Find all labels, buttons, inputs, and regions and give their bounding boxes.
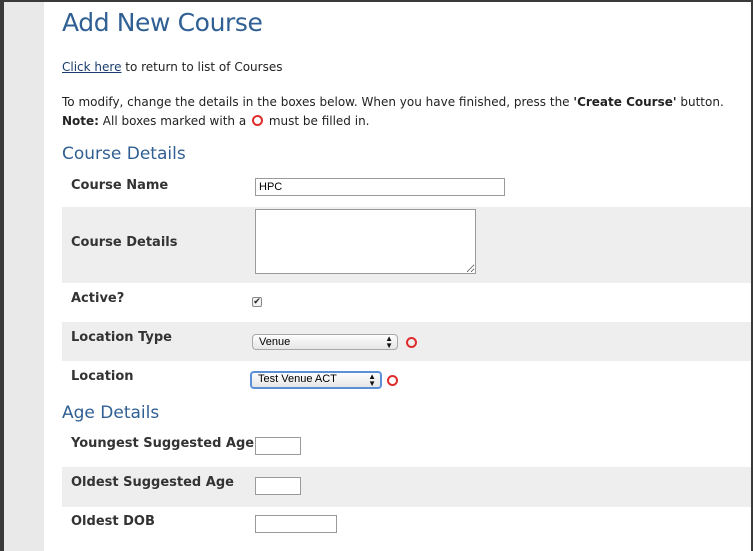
course-details-textarea[interactable] bbox=[255, 209, 476, 274]
note-text-2: must be filled in. bbox=[265, 114, 370, 128]
active-row: Active? ✔ bbox=[62, 283, 751, 322]
create-course-ref: 'Create Course' bbox=[573, 95, 677, 109]
oldest-age-row: Oldest Suggested Age bbox=[62, 467, 751, 507]
main-content: Add New Course Click here to return to l… bbox=[44, 2, 751, 551]
location-type-row: Location Type Venue ▲ ▼ bbox=[62, 322, 751, 361]
oldest-age-label: Oldest Suggested Age bbox=[71, 475, 234, 490]
check-icon: ✔ bbox=[253, 297, 261, 307]
select-arrows-icon: ▲ ▼ bbox=[368, 372, 376, 388]
location-type-value: Venue bbox=[259, 336, 291, 348]
required-icon bbox=[406, 337, 417, 348]
youngest-age-row: Youngest Suggested Age bbox=[62, 429, 751, 467]
course-name-label: Course Name bbox=[71, 178, 169, 193]
course-details-row: Course Details bbox=[62, 207, 751, 283]
course-details-heading: Course Details bbox=[62, 144, 186, 164]
location-value: Test Venue ACT bbox=[258, 373, 337, 385]
page-title: Add New Course bbox=[62, 8, 263, 37]
age-details-heading: Age Details bbox=[62, 403, 160, 423]
location-select[interactable]: Test Venue ACT ▲ ▼ bbox=[250, 371, 382, 389]
course-name-row: Course Name bbox=[62, 172, 751, 207]
course-details-label: Course Details bbox=[71, 235, 178, 250]
left-sidebar bbox=[4, 2, 44, 551]
note-text-1: All boxes marked with a bbox=[98, 114, 250, 128]
instruction-line: To modify, change the details in the box… bbox=[62, 93, 742, 112]
active-label: Active? bbox=[71, 291, 125, 306]
oldest-dob-row: Oldest DOB bbox=[62, 507, 751, 547]
required-icon bbox=[387, 375, 398, 386]
instruction-text-1: To modify, change the details in the box… bbox=[62, 95, 574, 109]
return-line: Click here to return to list of Courses bbox=[62, 60, 282, 74]
note-label: Note: bbox=[62, 114, 99, 128]
instruction-text-2: button. bbox=[676, 95, 724, 109]
instructions: To modify, change the details in the box… bbox=[62, 93, 742, 131]
return-text: to return to list of Courses bbox=[121, 60, 283, 74]
youngest-age-label: Youngest Suggested Age bbox=[71, 436, 255, 451]
select-arrows-icon: ▲ ▼ bbox=[385, 334, 393, 350]
oldest-dob-label: Oldest DOB bbox=[71, 514, 155, 529]
oldest-age-input[interactable] bbox=[255, 477, 301, 495]
required-icon bbox=[252, 115, 263, 126]
oldest-dob-input[interactable] bbox=[255, 515, 337, 533]
return-link[interactable]: Click here bbox=[62, 60, 121, 74]
course-name-input[interactable] bbox=[255, 178, 505, 196]
location-type-select[interactable]: Venue ▲ ▼ bbox=[252, 334, 398, 350]
location-label: Location bbox=[71, 369, 134, 384]
note-line: Note: All boxes marked with a must be fi… bbox=[62, 112, 742, 131]
location-row: Location Test Venue ACT ▲ ▼ bbox=[62, 361, 751, 400]
location-type-label: Location Type bbox=[71, 330, 172, 345]
active-checkbox[interactable]: ✔ bbox=[252, 297, 262, 307]
youngest-age-input[interactable] bbox=[255, 437, 301, 455]
